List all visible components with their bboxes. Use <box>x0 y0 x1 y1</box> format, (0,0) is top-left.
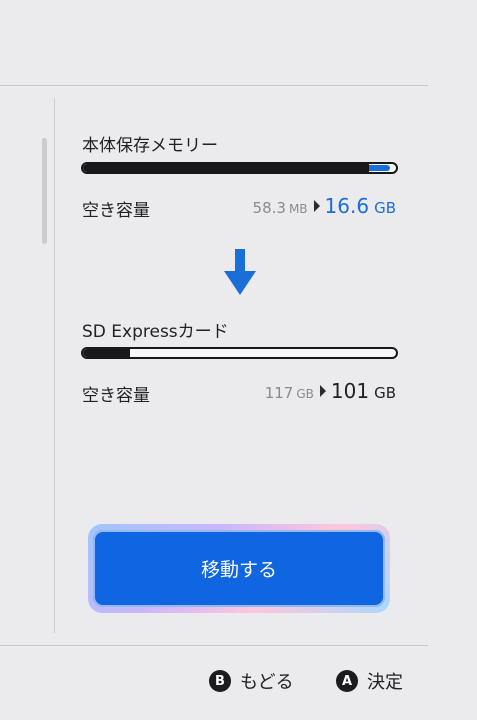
storage-move-screen: 本体保存メモリー 空き容量 58.3 MB 16.6 GB SD Express… <box>0 0 477 720</box>
sd-card-usage-bar <box>81 347 398 359</box>
arrow-down-icon <box>224 249 256 295</box>
confirm-action[interactable]: A 決定 <box>336 668 403 694</box>
scrollbar-thumb[interactable] <box>42 138 47 244</box>
move-button[interactable]: 移動する <box>93 530 385 607</box>
internal-free-after-value: 16.6 <box>324 194 370 218</box>
sd-free-before-value: 117 <box>264 384 294 402</box>
sd-free-after-value: 101 <box>330 379 370 403</box>
back-label: もどる <box>240 672 294 693</box>
footer-divider <box>0 645 428 646</box>
arrow-right-icon <box>319 385 326 397</box>
internal-free-before-unit: MB <box>288 202 308 216</box>
internal-memory-title: 本体保存メモリー <box>82 136 218 156</box>
pane-divider <box>54 98 55 633</box>
sd-free-before-unit: GB <box>296 387 314 401</box>
sd-card-free-label: 空き容量 <box>82 386 150 406</box>
internal-memory-freed-fill <box>369 165 390 171</box>
internal-memory-free-values: 58.3 MB 16.6 GB <box>253 194 396 218</box>
b-button-icon: B <box>209 670 231 692</box>
internal-memory-free-label: 空き容量 <box>82 201 150 221</box>
internal-memory-used-fill <box>83 164 370 172</box>
sd-card-free-values: 117 GB 101 GB <box>265 379 396 403</box>
back-action[interactable]: B もどる <box>209 668 294 694</box>
sd-card-title: SD Expressカード <box>82 322 229 342</box>
arrow-right-icon <box>313 200 320 212</box>
sd-free-after-unit: GB <box>374 384 396 402</box>
header-divider <box>0 85 428 86</box>
internal-memory-usage-bar <box>81 162 398 174</box>
sd-card-used-fill <box>83 349 130 357</box>
a-button-icon: A <box>336 670 358 692</box>
internal-free-before-value: 58.3 <box>252 199 286 217</box>
internal-free-after-unit: GB <box>374 199 396 217</box>
confirm-label: 決定 <box>367 672 403 693</box>
